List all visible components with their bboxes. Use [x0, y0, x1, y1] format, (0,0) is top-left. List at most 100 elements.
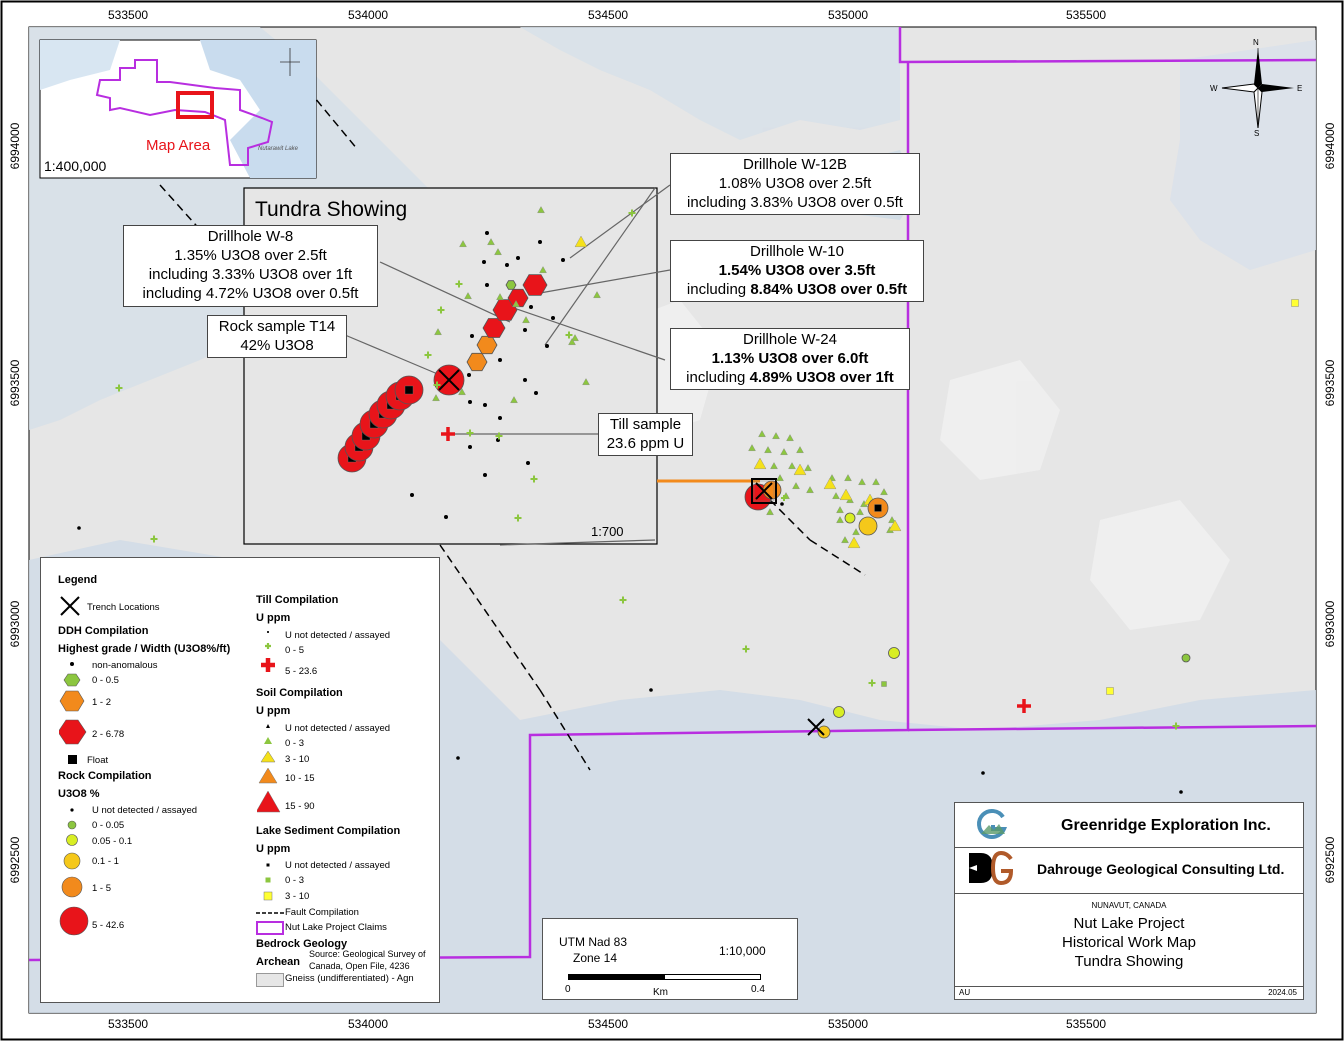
legend-rock-item: 0 - 0.05	[92, 820, 125, 831]
callout-drillhole-w10: Drillhole W-10 1.54% U3O8 over 3.5ft inc…	[670, 240, 924, 302]
lake-not-detected-marker	[981, 771, 985, 775]
ddh-non-anomalous-marker	[483, 473, 487, 477]
float-marker	[404, 385, 414, 395]
ddh-non-anomalous-marker	[551, 316, 555, 320]
easting-tick-bottom: 533500	[108, 1017, 149, 1031]
legend-lake-item: U not detected / assayed	[285, 860, 391, 871]
northing-tick-right: 6993500	[1323, 359, 1337, 407]
rock-sample-marker	[833, 706, 845, 718]
legend-lake-item: 3 - 10	[285, 891, 310, 902]
ddh-mid-icon	[59, 690, 85, 712]
till-not-detected-icon	[267, 631, 269, 633]
legend-till-item: U not detected / assayed	[285, 630, 391, 641]
inset-map-area-label: Map Area	[146, 137, 211, 154]
inset-lake-label: Nutarawit Lake	[258, 146, 299, 152]
detail-scale: 1:700	[591, 524, 624, 539]
callout-drillhole-w24: Drillhole W-24 1.13% U3O8 over 6.0ft inc…	[670, 328, 910, 390]
scale-bar-black	[568, 974, 664, 980]
legend-fault-label: Fault Compilation	[285, 907, 359, 918]
ddh-non-anomalous-marker	[468, 445, 472, 449]
rock-sample-marker	[844, 512, 856, 524]
author-label: AU	[959, 988, 971, 997]
scale-unit: Km	[653, 987, 668, 998]
easting-tick-top: 535000	[828, 8, 869, 22]
ddh-high-icon	[59, 719, 87, 745]
ddh-non-anomalous-marker	[467, 373, 471, 377]
lake-not-detected-marker	[77, 526, 81, 530]
soil-very-high-icon	[257, 790, 281, 813]
legend-soil-heading: Soil Compilation	[256, 687, 343, 699]
float-marker	[874, 504, 882, 512]
showing-name: Tundra Showing	[1074, 953, 1184, 970]
rock-low-icon	[67, 820, 77, 830]
legend-till-symbols	[261, 631, 275, 672]
region-label: NUNAVUT, CANADA	[1091, 901, 1167, 910]
lake-not-detected-marker	[456, 756, 460, 760]
ddh-non-anomalous-marker	[538, 240, 542, 244]
legend-ddh-item: 1 - 2	[92, 697, 112, 708]
ddh-non-anomalous-marker	[526, 461, 530, 465]
title-block: Greenridge Exploration Inc. Dahrouge Geo…	[954, 802, 1304, 1000]
ddh-non-anomalous-marker	[444, 515, 448, 519]
lake-not-detected-icon	[266, 863, 270, 867]
legend-till-item: 0 - 5	[285, 645, 305, 656]
date-label: 2024.05	[1268, 988, 1297, 997]
legend-ddh-item: non-anomalous	[92, 660, 158, 671]
rock-sample-marker	[858, 516, 878, 536]
northing-tick-right: 6992500	[1323, 836, 1337, 884]
zone-label: Zone 14	[573, 951, 618, 965]
legend-ddh-item: Float	[87, 755, 109, 766]
ddh-non-anomalous-marker	[534, 391, 538, 395]
easting-tick-top: 534000	[348, 8, 389, 22]
gneiss-swatch	[256, 973, 284, 987]
legend-lake-heading: Lake Sediment Compilation	[256, 825, 401, 837]
compass-icon	[1221, 48, 1294, 129]
map-type: Historical Work Map	[1062, 934, 1196, 951]
legend-rock-item: 0.05 - 0.1	[92, 836, 133, 847]
northing-tick-left: 6994000	[8, 122, 22, 170]
scale-bar-white	[664, 974, 761, 980]
legend-lake-symbols	[263, 863, 273, 901]
ddh-non-anomalous-marker	[561, 258, 565, 262]
legend-till-heading: Till Compilation	[256, 594, 339, 606]
ddh-non-anomalous-marker	[523, 378, 527, 382]
legend-title: Legend	[58, 574, 98, 586]
legend-soil-item: 15 - 90	[285, 801, 315, 812]
legend-rock-item: 0.1 - 1	[92, 856, 119, 867]
project-name: Nut Lake Project	[1073, 915, 1185, 932]
till-high-icon	[261, 658, 275, 672]
ddh-non-anomalous-marker	[505, 263, 509, 267]
soil-mid-icon	[260, 750, 276, 763]
easting-tick-top: 535500	[1066, 8, 1107, 22]
company2-name: Dahrouge Geological Consulting Ltd.	[1037, 861, 1285, 877]
ddh-non-anomalous-marker	[498, 416, 502, 420]
rock-high-icon	[61, 876, 83, 898]
west-label: W	[1210, 84, 1218, 93]
ddh-non-anomalous-marker	[410, 493, 414, 497]
legend-ddh-item: 2 - 6.78	[92, 729, 125, 740]
legend-claims-label: Nut Lake Project Claims	[285, 922, 387, 933]
north-label: N	[1253, 38, 1259, 47]
legend-soil-item: 10 - 15	[285, 773, 315, 784]
scale-bar-panel: UTM Nad 83 Zone 14 1:10,000 0 Km 0.4	[542, 918, 798, 1000]
company1-name: Greenridge Exploration Inc.	[1061, 817, 1271, 834]
northing-tick-left: 6992500	[8, 836, 22, 884]
callout-drillhole-w12b: Drillhole W-12B 1.08% U3O8 over 2.5ft in…	[670, 153, 920, 215]
ddh-non-anomalous-marker	[483, 403, 487, 407]
ddh-non-anomalous-marker	[523, 328, 527, 332]
callout-drillhole-w8: Drillhole W-8 1.35% U3O8 over 2.5ft incl…	[123, 225, 378, 307]
rock-sample-marker	[888, 647, 900, 659]
legend-rock-item: 1 - 5	[92, 883, 112, 894]
inset-scale: 1:400,000	[44, 158, 107, 174]
ddh-non-anomalous-marker	[485, 231, 489, 235]
easting-tick-bottom: 534000	[348, 1017, 389, 1031]
rock-low-mid-icon	[66, 834, 78, 846]
legend-till-subheading: U ppm	[256, 612, 291, 624]
easting-tick-bottom: 534500	[588, 1017, 629, 1031]
legend-ddh-heading: DDH Compilation	[58, 625, 149, 637]
soil-low-icon	[264, 737, 272, 744]
ddh-non-anomalous-marker	[498, 358, 502, 362]
easting-tick-bottom: 535000	[828, 1017, 869, 1031]
legend-rock-subheading: U3O8 %	[58, 788, 100, 800]
legend-rock-heading: Rock Compilation	[58, 770, 152, 782]
